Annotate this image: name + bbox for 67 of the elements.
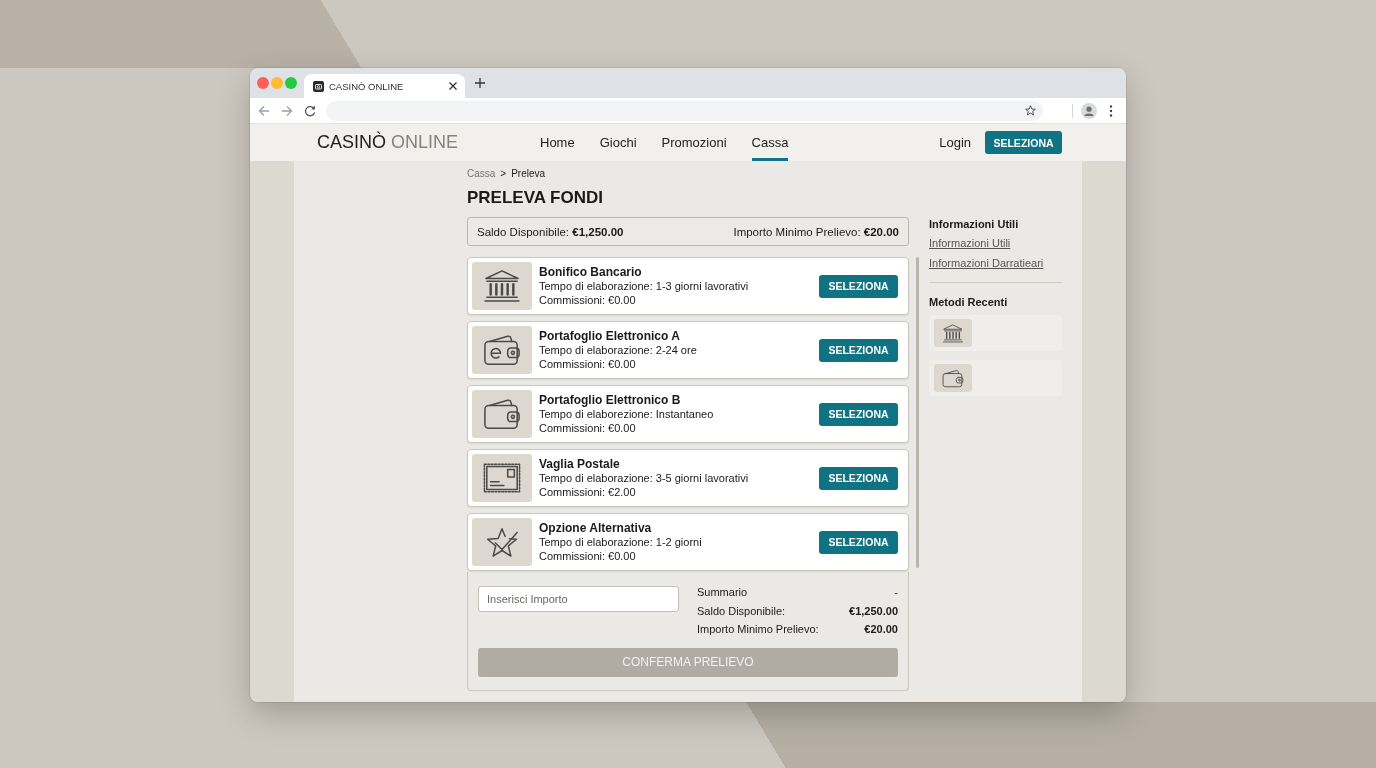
plus-icon[interactable] xyxy=(475,78,485,88)
fee-text: Commissioni: €0.00 xyxy=(539,357,637,371)
summary-label: Summario xyxy=(697,585,748,600)
summary-value: - xyxy=(894,585,898,600)
processing-time-text: Tempo di elaborazione: 1-2 giorni xyxy=(539,536,703,550)
sidebar-heading: Metodi Recenti xyxy=(929,295,1009,309)
info-link[interactable]: Informazioni Darratieari xyxy=(929,256,1044,270)
summary-value: €20.00 xyxy=(864,622,898,637)
fee-text: Commissioni: €0.00 xyxy=(539,421,637,435)
fee-text: Commissioni: €2.00 xyxy=(539,485,637,499)
breadcrumb-link[interactable]: Cassa xyxy=(467,167,496,181)
summary-label: Saldo Disponibile: xyxy=(697,603,786,619)
sidebar-heading: Informazioni Utili xyxy=(929,217,1020,231)
method-name: Portafoglio Elettronico B xyxy=(539,393,682,408)
star-icon[interactable] xyxy=(1025,105,1036,116)
login-link[interactable]: Login xyxy=(939,135,971,150)
bank-icon xyxy=(934,319,972,347)
reload-icon[interactable] xyxy=(304,104,316,117)
breadcrumb-separator: > xyxy=(500,167,507,181)
processing-time-text: Tempo di elaborazione: 2-24 ore xyxy=(539,344,698,358)
e-wallet-icon xyxy=(472,326,532,374)
nav-link[interactable]: Giochi xyxy=(599,124,637,161)
method-name: Opzione Alternativa xyxy=(539,521,653,536)
recent-method-card[interactable] xyxy=(929,315,1062,351)
page-title: PRELEVA FONDI xyxy=(467,187,604,209)
postal-stamp-icon xyxy=(472,454,532,502)
select-button[interactable]: SELEZIONA xyxy=(819,402,898,426)
close-icon[interactable] xyxy=(449,82,457,90)
summary-label: Importo Minimo Prelievo: xyxy=(697,622,819,637)
select-button[interactable]: SELEZIONA xyxy=(819,338,898,362)
user-avatar-icon[interactable] xyxy=(1081,102,1097,119)
select-button[interactable]: SELEZIONA xyxy=(819,274,898,298)
logo: CASINÒ ONLINE xyxy=(317,132,459,152)
scrollbar[interactable] xyxy=(916,257,919,568)
star-check-icon xyxy=(472,518,532,566)
select-button[interactable]: SELEZIONA xyxy=(985,131,1062,154)
maximize-window-icon[interactable] xyxy=(285,77,297,89)
recent-method-card[interactable] xyxy=(929,360,1062,396)
amount-input[interactable]: Inserisci Importo xyxy=(478,586,679,612)
favicon-icon xyxy=(313,80,324,92)
summary-value: €1,250.00 xyxy=(849,603,898,619)
method-name: Bonifico Bancario xyxy=(539,265,643,280)
back-icon[interactable] xyxy=(258,104,270,117)
bank-icon xyxy=(472,262,532,310)
method-name: Portafoglio Elettronico A xyxy=(539,329,681,344)
processing-time-text: Tempo di elaborezione: Instantaneo xyxy=(539,408,715,422)
tab-title: CASINÒ ONLINE xyxy=(329,80,404,92)
fee-text: Commissioni: €0.00 xyxy=(539,549,637,563)
minimum-withdrawal-text: Importo Minimo Prelievo: €20.00 xyxy=(733,225,899,238)
more-menu-icon[interactable] xyxy=(1109,104,1113,117)
fee-text: Commissioni: €0.00 xyxy=(539,293,637,307)
processing-time-text: Tempo di elaborazione: 1-3 giorni lavorativi xyxy=(539,280,750,294)
select-button[interactable]: SELEZIONA xyxy=(819,530,898,554)
method-name: Vaglia Postale xyxy=(539,457,621,472)
nav-link[interactable]: Promozioni xyxy=(661,124,727,161)
minimize-window-icon[interactable] xyxy=(271,77,283,89)
close-window-icon[interactable] xyxy=(257,77,269,89)
browser-tab[interactable]: CASINÒ ONLINE xyxy=(304,74,465,98)
wallet-icon xyxy=(472,390,532,438)
breadcrumb-current: Preleva xyxy=(511,167,546,181)
select-button[interactable]: SELEZIONA xyxy=(819,466,898,490)
info-link[interactable]: Informazioni Utili xyxy=(929,236,1011,250)
available-balance-text: Saldo Disponibile: €1,250.00 xyxy=(477,225,624,238)
forward-icon[interactable] xyxy=(281,104,293,117)
wallet-icon xyxy=(934,364,972,392)
nav-link[interactable]: Home xyxy=(540,124,575,161)
processing-time-text: Tempo di elaborazione: 3-5 giorni lavorativi xyxy=(539,472,750,486)
